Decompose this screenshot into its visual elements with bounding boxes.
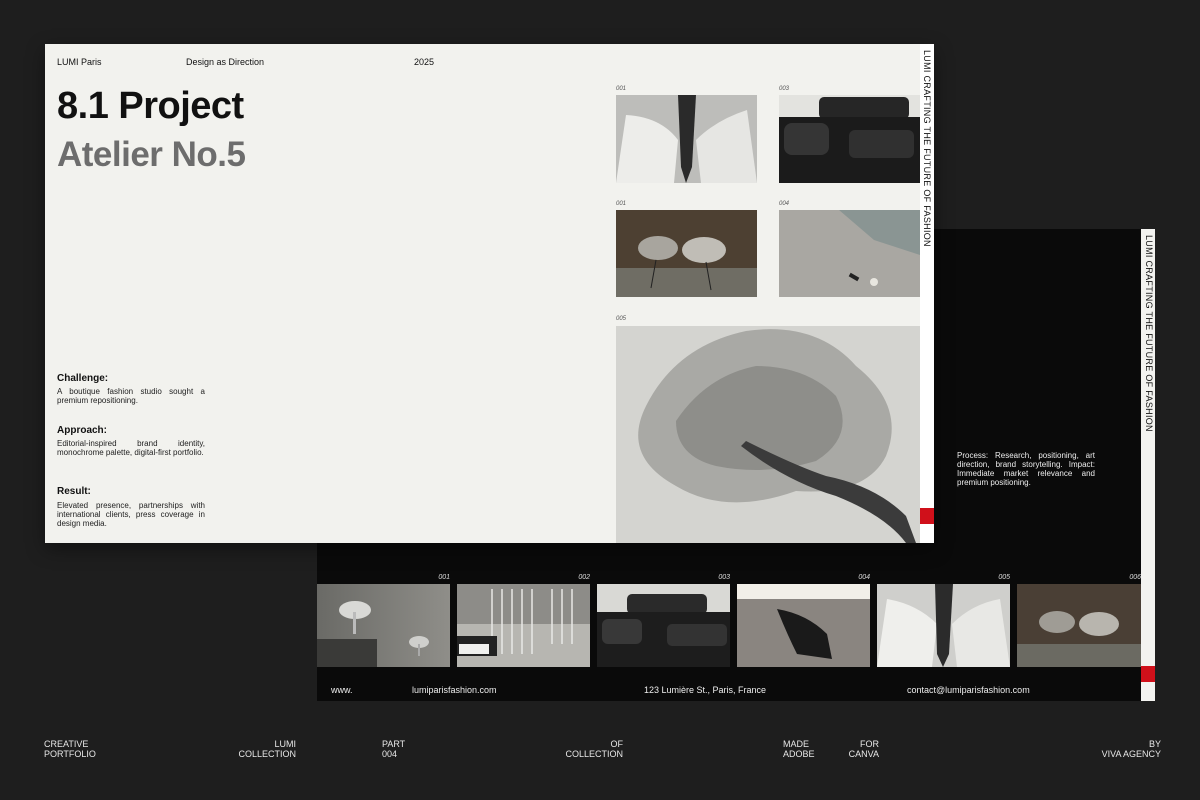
label-line: OF (610, 739, 624, 749)
thumb-label: 003 (718, 574, 730, 581)
label-line: LUMI (274, 739, 296, 749)
lamp-image (317, 584, 450, 667)
label-line: CANVA (848, 749, 879, 759)
image-sofa (779, 95, 920, 183)
project-subtitle: Atelier No.5 (57, 135, 246, 174)
thumb-label: 004 (858, 574, 870, 581)
red-accent (1141, 666, 1155, 682)
thumb-label: 002 (578, 574, 590, 581)
red-accent (920, 508, 934, 524)
thumb-chair: 004 (737, 574, 870, 667)
shelf-image (457, 584, 590, 667)
vertical-tagline: LUMI CRAFTING THE FUTURE OF FASHION (1144, 235, 1154, 432)
label-by-viva: BY VIVA AGENCY (1080, 739, 1161, 759)
thumbnail-strip: 001 002 003 004 005 006 (317, 574, 1141, 667)
result-text: Elevated presence, partnerships with int… (57, 501, 205, 528)
image-flower (616, 326, 920, 543)
thumb-sofa: 003 (597, 574, 730, 667)
label-creative-portfolio: CREATIVE PORTFOLIO (44, 739, 96, 759)
image-label: 004 (779, 201, 790, 207)
process-text: Process: Research, positioning, art dire… (957, 451, 1095, 487)
thumb-collar: 005 (877, 574, 1010, 667)
thumb-bowls: 006 (1017, 574, 1141, 667)
approach-text: Editorial-inspired brand identity, monoc… (57, 439, 205, 457)
image-bowls (616, 210, 757, 297)
collar-image (877, 584, 1010, 667)
bowls-image (1017, 584, 1141, 667)
thumb-label: 006 (1129, 574, 1141, 581)
label-line: COLLECTION (238, 749, 296, 759)
label-line: PORTFOLIO (44, 749, 96, 759)
image-label: 005 (616, 316, 627, 322)
approach-heading: Approach: (57, 425, 107, 436)
image-label: 001 (616, 201, 627, 207)
vertical-tagline: LUMI CRAFTING THE FUTURE OF FASHION (922, 50, 932, 247)
thumb-label: 005 (998, 574, 1010, 581)
label-line: FOR (860, 739, 879, 749)
sofa-image (597, 584, 730, 667)
label-lumi-collection: LUMI COLLECTION (235, 739, 296, 759)
label-of-collection: OF COLLECTION (562, 739, 623, 759)
label-line: VIVA AGENCY (1101, 749, 1161, 759)
project-title: 8.1 Project (57, 85, 244, 127)
label-line: COLLECTION (565, 749, 623, 759)
tagline: Design as Direction (186, 57, 265, 67)
challenge-heading: Challenge: (57, 373, 109, 384)
footer-www: www. (331, 685, 353, 695)
image-pool (779, 210, 920, 297)
footer-address: 123 Lumière St., Paris, France (644, 685, 767, 695)
label-line: MADE (783, 739, 810, 749)
footer-email-link[interactable]: contact@lumiparisfashion.com (907, 685, 1030, 695)
chair-image (737, 584, 870, 667)
year: 2025 (414, 57, 435, 67)
thumb-shelf: 002 (457, 574, 590, 667)
thumb-lamp: 001 (317, 574, 450, 667)
footer-site-link[interactable]: lumiparisfashion.com (412, 685, 497, 695)
label-line: BY (1148, 739, 1161, 749)
label-line: ADOBE (783, 749, 815, 759)
label-for-canva: FOR CANVA (845, 739, 879, 759)
brand-name: LUMI Paris (57, 57, 102, 67)
image-label: 001 (616, 86, 627, 92)
image-label: 003 (779, 86, 790, 92)
label-made-adobe: MADE ADOBE (783, 739, 815, 759)
label-part: PART 004 (382, 739, 405, 759)
challenge-text: A boutique fashion studio sought a premi… (57, 387, 205, 405)
image-collar (616, 95, 757, 183)
label-line: 004 (382, 749, 398, 759)
footer-contact-row: www. lumiparisfashion.com 123 Lumière St… (317, 682, 1141, 702)
thumb-label: 001 (438, 574, 450, 581)
label-line: PART (382, 739, 406, 749)
front-slide: LUMI Paris Design as Direction 2025 8.1 … (45, 44, 934, 543)
result-heading: Result: (57, 486, 91, 497)
label-line: CREATIVE (44, 739, 89, 749)
